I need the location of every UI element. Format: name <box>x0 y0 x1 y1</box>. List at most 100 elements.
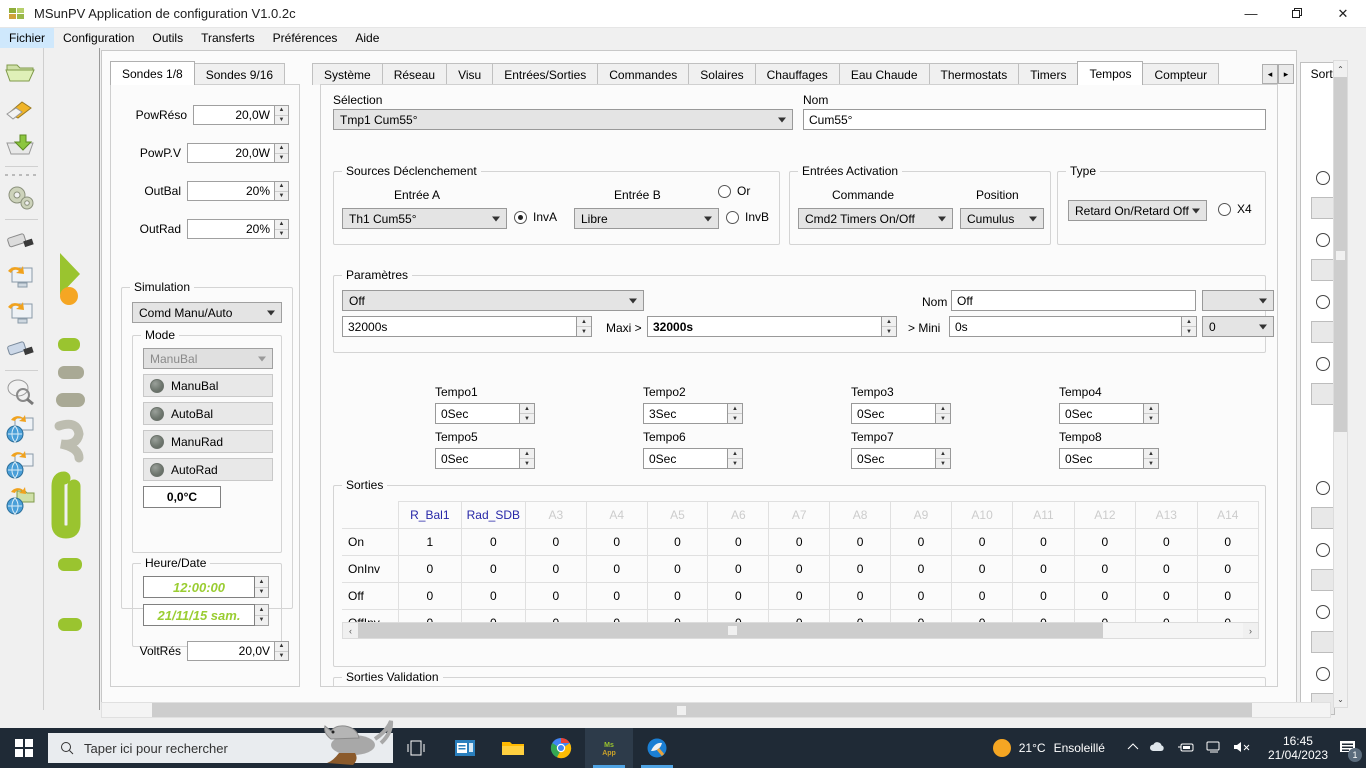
parametres-mode-select[interactable]: Off <box>342 290 644 311</box>
web-upload-icon[interactable] <box>4 447 38 481</box>
cell-on-a4[interactable]: 0 <box>586 529 647 556</box>
cell-on-a9[interactable]: 0 <box>891 529 952 556</box>
file-explorer-button[interactable] <box>489 728 537 768</box>
simulation-temperature-value[interactable]: 0,0°C <box>143 486 221 508</box>
cell-off-a11[interactable]: 0 <box>1013 583 1074 610</box>
tempo3-value[interactable]: 0Sec <box>851 403 936 424</box>
scroll-down-icon[interactable]: ⌄ <box>1334 691 1347 707</box>
powpv-stepper[interactable]: 20,0W ▲▼ <box>187 143 289 163</box>
parametres-value3-stepper[interactable]: 0s ▲▼ <box>949 316 1197 337</box>
tray-expand-button[interactable] <box>1127 741 1139 755</box>
tempo4-stepper[interactable]: 0Sec ▲▼ <box>1059 403 1159 424</box>
time-value[interactable]: 12:00:00 <box>143 576 255 598</box>
cell-oninv-a10[interactable]: 0 <box>951 556 1012 583</box>
powreso-stepper[interactable]: 20,0W ▲▼ <box>193 105 289 125</box>
right-field-1[interactable] <box>1311 197 1335 219</box>
tab-visu[interactable]: Visu <box>446 63 493 85</box>
tempo3-stepper[interactable]: 0Sec ▲▼ <box>851 403 951 424</box>
cell-oninv-rad_sdb[interactable]: 0 <box>461 556 525 583</box>
outrad-stepper[interactable]: 20% ▲▼ <box>187 219 289 239</box>
entree-b-select[interactable]: Libre <box>574 208 719 229</box>
scroll-right-icon[interactable]: › <box>1243 626 1258 636</box>
powpv-value[interactable]: 20,0W <box>187 143 275 163</box>
tempo2-value[interactable]: 3Sec <box>643 403 728 424</box>
inva-radio-row[interactable]: InvA <box>514 210 557 224</box>
cell-oninv-a3[interactable]: 0 <box>525 556 586 583</box>
pc-download-icon[interactable] <box>4 260 38 294</box>
tempo5-value[interactable]: 0Sec <box>435 448 520 469</box>
tab-sondes-9-16[interactable]: Sondes 9/16 <box>194 63 285 85</box>
paint-button[interactable] <box>633 728 681 768</box>
inva-radio[interactable] <box>514 211 527 224</box>
cell-on-a10[interactable]: 0 <box>951 529 1012 556</box>
pc-upload-icon[interactable] <box>4 296 38 330</box>
menu-outils[interactable]: Outils <box>143 28 192 48</box>
or-radio[interactable] <box>718 185 731 198</box>
cell-oninv-a6[interactable]: 0 <box>708 556 769 583</box>
scroll-track[interactable] <box>358 623 1243 638</box>
right-radio-4[interactable] <box>1316 357 1330 371</box>
cell-oninv-a7[interactable]: 0 <box>769 556 830 583</box>
right-field-3[interactable] <box>1311 321 1335 343</box>
cell-oninv-a5[interactable]: 0 <box>647 556 708 583</box>
right-radio-1[interactable] <box>1316 171 1330 185</box>
commande-select[interactable]: Cmd2 Timers On/Off <box>798 208 953 229</box>
vertical-scrollbar[interactable]: ⌃ ⌄ <box>1333 60 1348 708</box>
outbal-spin-buttons[interactable]: ▲▼ <box>275 181 289 201</box>
tab-chauffages[interactable]: Chauffages <box>755 63 840 85</box>
powpv-spin-buttons[interactable]: ▲▼ <box>275 143 289 163</box>
tab-reseau[interactable]: Réseau <box>382 63 447 85</box>
menu-aide[interactable]: Aide <box>346 28 388 48</box>
tempo8-spin[interactable]: ▲▼ <box>1144 448 1159 469</box>
tempo6-spin[interactable]: ▲▼ <box>728 448 743 469</box>
right-field-4[interactable] <box>1311 383 1335 405</box>
save-download-icon[interactable] <box>4 128 38 162</box>
date-stepper[interactable]: 21/11/15 sam. ▲▼ <box>143 604 269 626</box>
cell-on-a5[interactable]: 0 <box>647 529 708 556</box>
voltres-spin-buttons[interactable]: ▲▼ <box>275 641 289 661</box>
date-spin-buttons[interactable]: ▲▼ <box>255 604 269 626</box>
parametres-value1-stepper[interactable]: 32000s ▲▼ <box>342 316 592 337</box>
task-view-button[interactable] <box>393 728 441 768</box>
parametres-value1[interactable]: 32000s <box>342 316 577 337</box>
tab-entrees-sorties[interactable]: Entrées/Sorties <box>492 63 598 85</box>
cell-off-a5[interactable]: 0 <box>647 583 708 610</box>
sorties-horizontal-scrollbar[interactable]: ‹ › <box>342 622 1259 639</box>
tempo2-spin[interactable]: ▲▼ <box>728 403 743 424</box>
nom-input[interactable]: Cum55° <box>803 109 1266 130</box>
parametres-value2[interactable]: 32000s <box>647 316 882 337</box>
network-button[interactable] <box>1205 740 1222 757</box>
cell-off-rad_sdb[interactable]: 0 <box>461 583 525 610</box>
tempo4-value[interactable]: 0Sec <box>1059 403 1144 424</box>
tab-systeme[interactable]: Système <box>312 63 383 85</box>
tempo6-value[interactable]: 0Sec <box>643 448 728 469</box>
tab-tempos[interactable]: Tempos <box>1077 61 1143 85</box>
right-radio-3[interactable] <box>1316 295 1330 309</box>
outbal-stepper[interactable]: 20% ▲▼ <box>187 181 289 201</box>
position-select[interactable]: Cumulus <box>960 208 1044 229</box>
tempo8-value[interactable]: 0Sec <box>1059 448 1144 469</box>
x4-radio[interactable] <box>1218 203 1231 216</box>
cell-oninv-a11[interactable]: 0 <box>1013 556 1074 583</box>
taskbar-search[interactable]: Taper ici pour rechercher <box>48 733 393 763</box>
right-radio-5[interactable] <box>1316 481 1330 495</box>
powerpoint-button[interactable] <box>441 728 489 768</box>
tempo1-spin[interactable]: ▲▼ <box>520 403 535 424</box>
close-button[interactable]: ✕ <box>1320 0 1366 28</box>
cell-off-a12[interactable]: 0 <box>1074 583 1135 610</box>
scroll-up-icon[interactable]: ⌃ <box>1334 61 1347 77</box>
right-radio-8[interactable] <box>1316 667 1330 681</box>
notifications-button[interactable]: 1 <box>1338 738 1358 759</box>
tempo2-stepper[interactable]: 3Sec ▲▼ <box>643 403 743 424</box>
menu-transferts[interactable]: Transferts <box>192 28 264 48</box>
right-field-5[interactable] <box>1311 507 1335 529</box>
cell-oninv-a9[interactable]: 0 <box>891 556 952 583</box>
window-horizontal-scrollbar[interactable] <box>101 702 1331 718</box>
start-button[interactable] <box>0 728 48 768</box>
menu-preferences[interactable]: Préférences <box>264 28 347 48</box>
cell-oninv-a8[interactable]: 0 <box>830 556 891 583</box>
cell-off-a6[interactable]: 0 <box>708 583 769 610</box>
weather-widget[interactable]: 21°C Ensoleillé <box>993 739 1105 757</box>
right-radio-7[interactable] <box>1316 605 1330 619</box>
usb-device-button[interactable] <box>1177 741 1195 756</box>
